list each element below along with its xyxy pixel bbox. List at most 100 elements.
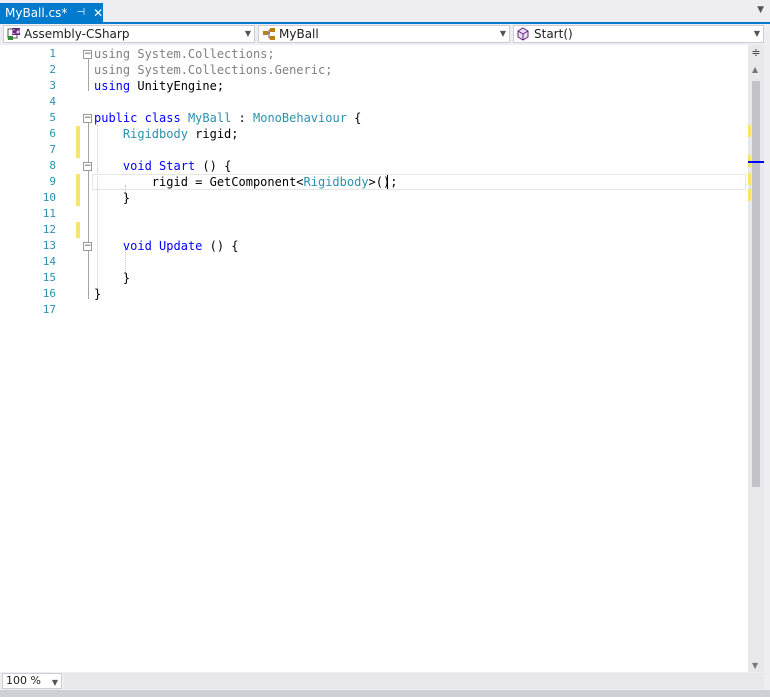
code-token: public [94, 111, 138, 125]
change-marker [748, 125, 751, 137]
chevron-down-icon: ▼ [244, 29, 251, 38]
code-token: { [346, 111, 362, 125]
code-token: Rigidbody [303, 175, 369, 189]
line-number: 1 [49, 47, 56, 60]
line-number: 14 [42, 255, 56, 268]
code-line[interactable]: 14 [0, 254, 748, 270]
type-dropdown[interactable]: MyBall ▼ [258, 25, 510, 43]
code-line[interactable]: 7 [0, 142, 748, 158]
unsaved-change-marker [76, 126, 80, 142]
code-line[interactable]: 5 − public class MyBall : MonoBehaviour { [0, 110, 748, 126]
collapse-region-icon[interactable]: − [83, 242, 92, 251]
line-number: 11 [42, 207, 56, 220]
code-line[interactable]: 15 } [0, 270, 748, 286]
code-line[interactable]: 2 using System.Collections.Generic; [0, 62, 748, 78]
tab-overflow-chevron-down-icon[interactable]: ▼ [757, 5, 764, 15]
scrollbar-thumb[interactable] [752, 81, 760, 487]
class-icon [262, 27, 276, 41]
window-edge [764, 45, 770, 672]
code-text: } [94, 270, 130, 286]
code-token: rigid; [187, 127, 239, 141]
code-line[interactable]: 3 using UnityEngine; [0, 78, 748, 94]
code-token: void [122, 159, 152, 173]
code-line[interactable]: 13 − void Update () { [0, 238, 748, 254]
horizontal-scrollbar[interactable] [64, 673, 764, 689]
member-dropdown[interactable]: Start() ▼ [513, 25, 764, 43]
chevron-down-icon: ▼ [499, 29, 506, 38]
line-number: 9 [49, 175, 56, 188]
code-editor[interactable]: 1− using System.Collections; 2 using System… [0, 45, 748, 672]
unsaved-change-marker [76, 174, 80, 190]
line-number: 7 [49, 143, 56, 156]
code-token: using [94, 63, 131, 77]
code-line[interactable]: 11 [0, 206, 748, 222]
code-line[interactable]: 12 [0, 222, 748, 238]
line-number: 5 [49, 111, 56, 124]
code-line[interactable]: 4 [0, 94, 748, 110]
code-token: MonoBehaviour [253, 111, 347, 125]
scroll-down-arrow-icon[interactable]: ▼ [752, 661, 758, 670]
code-token: } [94, 287, 102, 301]
unsaved-change-marker [76, 190, 80, 206]
method-icon [517, 27, 531, 41]
code-line[interactable]: 1 − using System.Collections; [0, 46, 748, 62]
line-number: 16 [42, 287, 56, 300]
code-token: MyBall [187, 111, 232, 125]
code-token: >(); [368, 175, 398, 189]
code-token: () { [195, 159, 232, 173]
code-text: using System.Collections.Generic; [94, 62, 332, 78]
code-line[interactable]: 16} [0, 286, 748, 302]
status-strip [0, 690, 770, 697]
collapse-region-icon[interactable]: − [83, 162, 92, 171]
close-tab-icon[interactable]: ✕ [93, 6, 103, 20]
document-tab-myball[interactable]: MyBall.cs* ⊣ ✕ [0, 3, 103, 22]
code-token: () { [202, 239, 239, 253]
code-token: System.Collections; [130, 47, 275, 61]
code-line[interactable]: 8 − void Start () { [0, 158, 748, 174]
editor-bottom-bar: 100 % ▼ [0, 672, 770, 690]
code-text: } [94, 286, 101, 302]
type-name: MyBall [279, 27, 319, 41]
line-number: 15 [42, 271, 56, 284]
vertical-scrollbar[interactable]: ≑ ▲ ▼ [748, 45, 764, 672]
line-number: 2 [49, 63, 56, 76]
code-text: Rigidbody rigid; [94, 126, 239, 142]
pin-tab-icon[interactable]: ⊣ [76, 7, 85, 18]
svg-text:C#: C# [11, 29, 20, 36]
document-tab-strip: MyBall.cs* ⊣ ✕ ▼ [0, 0, 770, 22]
zoom-level: 100 % [6, 674, 41, 687]
member-name: Start() [534, 27, 573, 41]
caret-position-marker [748, 161, 764, 163]
split-window-icon[interactable]: ≑ [748, 46, 764, 60]
code-token: using [94, 47, 131, 61]
project-name: Assembly-CSharp [24, 27, 130, 41]
code-text: using System.Collections; [94, 46, 275, 62]
line-number: 3 [49, 79, 56, 92]
code-line[interactable]: 6 Rigidbody rigid; [0, 126, 748, 142]
zoom-dropdown[interactable]: 100 % ▼ [2, 673, 62, 689]
line-number: 12 [42, 223, 56, 236]
code-line[interactable]: 17 [0, 302, 748, 318]
code-token: class [144, 111, 181, 125]
tab-title: MyBall.cs* [5, 5, 68, 20]
unsaved-change-marker [76, 222, 80, 238]
code-token: Rigidbody [122, 127, 188, 141]
line-number: 8 [49, 159, 56, 172]
navigation-bar: C# Assembly-CSharp ▼ MyBall ▼ Start() ▼ [0, 24, 770, 45]
change-marker [748, 189, 751, 201]
change-marker [748, 173, 751, 185]
scroll-up-arrow-icon[interactable]: ▲ [752, 65, 758, 74]
code-text: using UnityEngine; [94, 78, 224, 94]
code-line[interactable]: 10 } [0, 190, 748, 206]
project-dropdown[interactable]: C# Assembly-CSharp ▼ [3, 25, 255, 43]
code-line[interactable]: 9 rigid = GetComponent<Rigidbody>(); [0, 174, 748, 190]
code-text: rigid = GetComponent<Rigidbody>(); [94, 174, 398, 190]
code-token: Update [159, 239, 203, 253]
collapse-region-icon[interactable]: − [83, 50, 92, 59]
code-token: : [231, 111, 253, 125]
collapse-region-icon[interactable]: − [83, 114, 92, 123]
